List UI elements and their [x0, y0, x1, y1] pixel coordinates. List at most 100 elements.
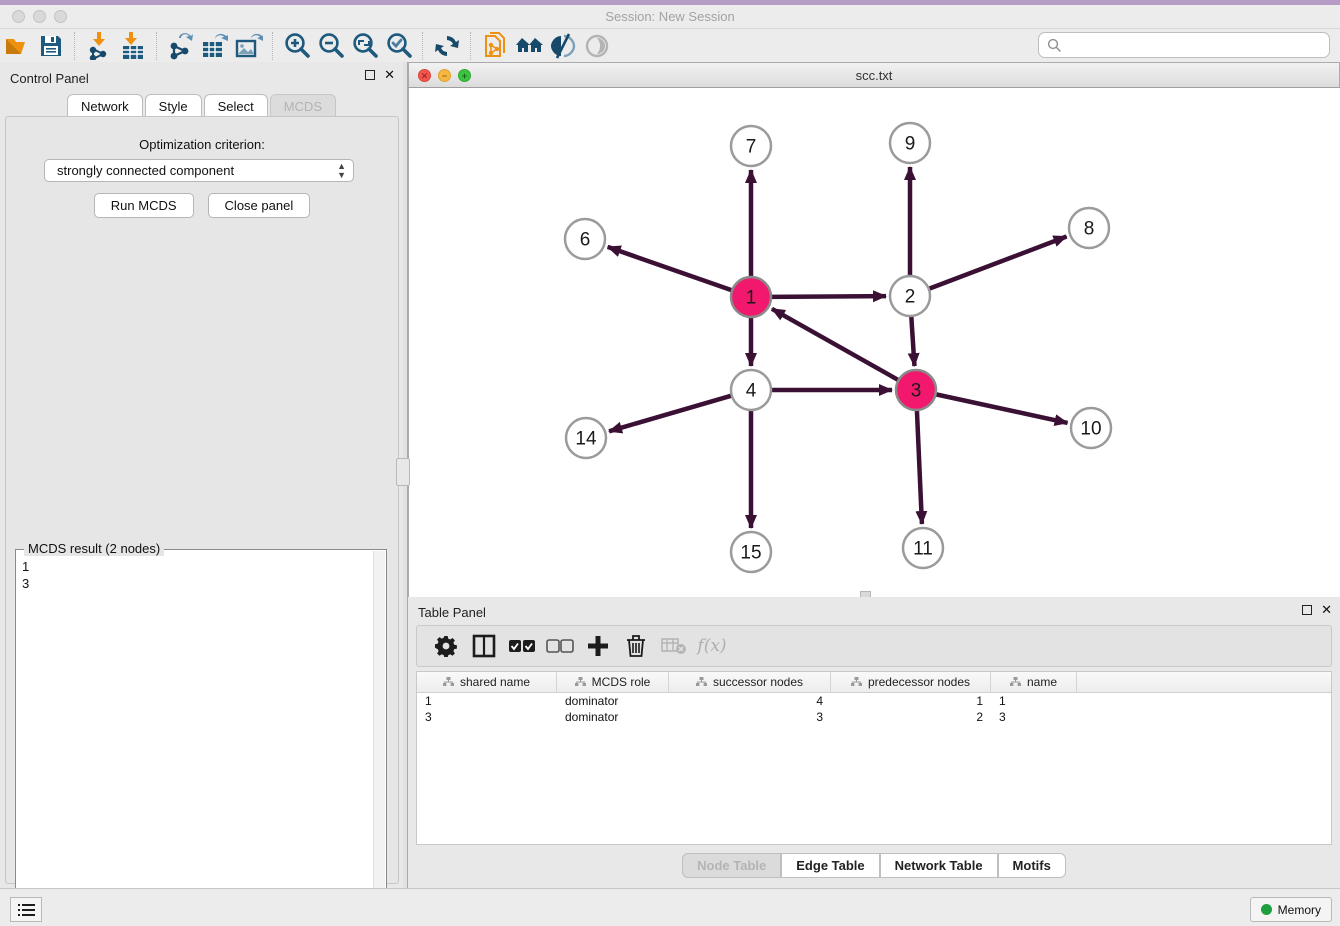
hierarchy-icon: [851, 677, 862, 687]
result-scrollbar[interactable]: [373, 551, 385, 925]
search-field[interactable]: [1038, 32, 1330, 58]
tab-network[interactable]: Network: [67, 94, 143, 118]
edge-3-10[interactable]: [936, 394, 1068, 423]
settings-gear-icon[interactable]: [429, 629, 463, 663]
graph-node-6[interactable]: 6: [565, 219, 605, 259]
graph-node-10[interactable]: 10: [1071, 408, 1111, 448]
criterion-select[interactable]: strongly connected component ▲▼: [44, 159, 354, 182]
edge-4-14[interactable]: [609, 396, 732, 432]
add-column-icon[interactable]: [581, 629, 615, 663]
cell-name[interactable]: 3: [991, 709, 1077, 725]
application-window: Session: New Session: [0, 0, 1340, 926]
tab-select[interactable]: Select: [204, 94, 268, 118]
tab-mcds[interactable]: MCDS: [270, 94, 336, 118]
open-file-icon[interactable]: [0, 31, 34, 61]
delete-table-icon: [657, 629, 691, 663]
graph-node-7[interactable]: 7: [731, 126, 771, 166]
cell-successor-nodes[interactable]: 3: [669, 709, 831, 725]
svg-text:7: 7: [746, 137, 757, 158]
delete-column-icon[interactable]: [619, 629, 653, 663]
search-input[interactable]: [1068, 37, 1329, 54]
network-canvas[interactable]: 7 9 6 8 1 2 4 3 14 10 15 11: [408, 88, 1340, 597]
tab-style[interactable]: Style: [145, 94, 202, 118]
network-graph[interactable]: 7 9 6 8 1 2 4 3 14 10 15 11: [409, 88, 1339, 595]
float-panel-icon[interactable]: [365, 70, 375, 80]
graph-node-9[interactable]: 9: [890, 123, 930, 163]
clone-network-icon[interactable]: [478, 31, 512, 61]
cell-MCDS-role[interactable]: dominator: [557, 693, 669, 709]
close-panel-icon[interactable]: ✕: [384, 70, 395, 80]
cell-predecessor-nodes[interactable]: 1: [831, 693, 991, 709]
graph-node-2[interactable]: 2: [890, 276, 930, 316]
tab-network-table[interactable]: Network Table: [880, 853, 998, 878]
refresh-icon[interactable]: [430, 31, 464, 61]
cell-shared-name[interactable]: 1: [417, 693, 557, 709]
column-header-successor-nodes[interactable]: successor nodes: [669, 672, 831, 692]
svg-text:3: 3: [911, 381, 922, 402]
cell-shared-name[interactable]: 3: [417, 709, 557, 725]
graph-node-3[interactable]: 3: [896, 370, 936, 410]
home-layout-icon[interactable]: [512, 31, 546, 61]
graph-node-11[interactable]: 11: [903, 528, 943, 568]
table-tabs: Node TableEdge TableNetwork TableMotifs: [408, 853, 1340, 878]
zoom-out-icon[interactable]: [314, 31, 348, 61]
task-history-button[interactable]: [10, 897, 42, 922]
mcds-result-text[interactable]: 1 3: [22, 558, 29, 592]
network-view-window: ✕ − + scc.txt 7 9 6 8 1 2 4 3 14 10 15 11: [408, 62, 1340, 597]
cell-MCDS-role[interactable]: dominator: [557, 709, 669, 725]
mcds-result-legend: MCDS result (2 nodes): [24, 541, 164, 556]
function-builder-icon: f(x): [695, 629, 729, 663]
tab-motifs[interactable]: Motifs: [998, 853, 1066, 878]
cell-predecessor-nodes[interactable]: 2: [831, 709, 991, 725]
column-header-shared-name[interactable]: shared name: [417, 672, 557, 692]
table-row[interactable]: 1dominator411: [417, 693, 1331, 709]
export-table-icon[interactable]: [198, 31, 232, 61]
deselect-all-icon[interactable]: [543, 629, 577, 663]
graph-node-1[interactable]: 1: [731, 277, 771, 317]
edge-3-1[interactable]: [772, 309, 899, 380]
import-network-icon[interactable]: [82, 31, 116, 61]
hide-panel-icon[interactable]: [546, 31, 580, 61]
toolbar-separator: [74, 32, 76, 60]
export-image-icon[interactable]: [232, 31, 266, 61]
zoom-in-icon[interactable]: [280, 31, 314, 61]
edge-3-11[interactable]: [917, 410, 922, 524]
edge-1-2[interactable]: [771, 296, 886, 297]
column-header-predecessor-nodes[interactable]: predecessor nodes: [831, 672, 991, 692]
edge-2-3[interactable]: [911, 316, 914, 366]
splitter-handle[interactable]: [396, 458, 410, 486]
svg-text:8: 8: [1084, 219, 1095, 240]
mcds-tab-content: Optimization criterion: strongly connect…: [5, 116, 399, 884]
column-header-name[interactable]: name: [991, 672, 1077, 692]
float-table-panel-icon[interactable]: [1302, 605, 1312, 615]
graph-node-4[interactable]: 4: [731, 370, 771, 410]
graph-node-15[interactable]: 15: [731, 532, 771, 572]
zoom-fit-icon[interactable]: [348, 31, 382, 61]
save-session-icon[interactable]: [34, 31, 68, 61]
window-title: Session: New Session: [0, 9, 1340, 24]
close-table-panel-icon[interactable]: ✕: [1321, 605, 1332, 615]
column-header-MCDS-role[interactable]: MCDS role: [557, 672, 669, 692]
edge-2-8[interactable]: [929, 237, 1067, 289]
memory-label: Memory: [1278, 903, 1321, 917]
graph-node-14[interactable]: 14: [566, 418, 606, 458]
tab-edge-table[interactable]: Edge Table: [781, 853, 879, 878]
status-bar: Memory: [0, 888, 1340, 926]
export-network-icon[interactable]: [164, 31, 198, 61]
select-all-icon[interactable]: [505, 629, 539, 663]
memory-button[interactable]: Memory: [1250, 897, 1332, 922]
cell-name[interactable]: 1: [991, 693, 1077, 709]
column-view-icon[interactable]: [467, 629, 501, 663]
network-window-titlebar[interactable]: ✕ − + scc.txt: [408, 62, 1340, 88]
import-table-icon[interactable]: [116, 31, 150, 61]
graph-node-8[interactable]: 8: [1069, 208, 1109, 248]
svg-text:9: 9: [905, 134, 916, 155]
cell-successor-nodes[interactable]: 4: [669, 693, 831, 709]
tab-node-table[interactable]: Node Table: [682, 853, 781, 878]
zoom-selected-icon[interactable]: [382, 31, 416, 61]
close-panel-button[interactable]: Close panel: [208, 193, 311, 218]
edge-1-6[interactable]: [608, 247, 732, 290]
table-panel-title: Table Panel: [418, 605, 486, 620]
table-row[interactable]: 3dominator323: [417, 709, 1331, 725]
run-mcds-button[interactable]: Run MCDS: [94, 193, 194, 218]
